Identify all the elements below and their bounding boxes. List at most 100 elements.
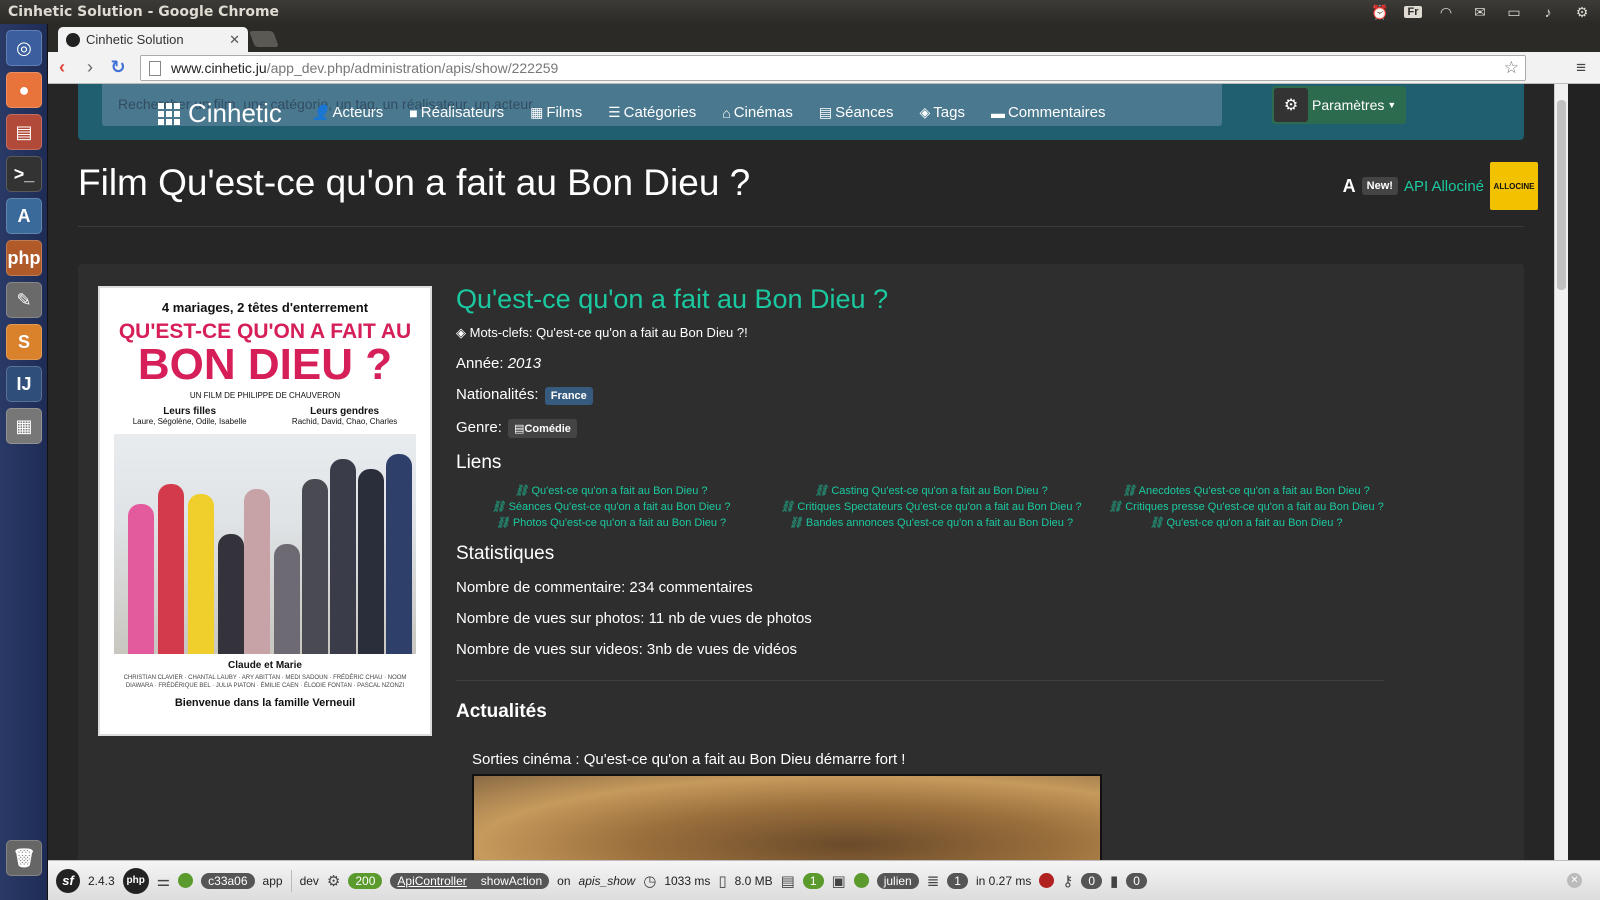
keyboard-lang-icon[interactable]: Fr xyxy=(1404,6,1422,18)
page-scrollbar[interactable] xyxy=(1554,84,1568,860)
allocine-logo[interactable]: ALLOCINE xyxy=(1490,162,1538,210)
nav-item-cinemas[interactable]: ⌂ Cinémas xyxy=(722,104,793,121)
caret-down-icon: ▼ xyxy=(1387,100,1397,110)
terminal-icon[interactable]: >_ xyxy=(6,156,42,192)
db-query-count[interactable]: 1 xyxy=(947,872,968,889)
link-icon: ⛓ xyxy=(1122,485,1137,497)
keywords-label: Mots-clefs: xyxy=(469,325,533,340)
status-code-badge[interactable]: 200 xyxy=(348,872,383,889)
chrome-icon[interactable]: ● xyxy=(6,72,42,108)
gear-icon[interactable]: ⚙ xyxy=(327,872,340,890)
nationality-label: Nationalités: xyxy=(456,386,539,403)
calculator-icon[interactable]: ▦ xyxy=(6,408,42,444)
gear-icon[interactable]: ⚙ xyxy=(1572,4,1592,21)
poster-director: UN FILM DE PHILIPPE DE CHAUVERON xyxy=(189,391,341,401)
ubuntu-dash-icon[interactable]: ◎ xyxy=(6,30,42,66)
poster-families: Leurs filles Laure, Ségolène, Odile, Isa… xyxy=(110,406,420,426)
volume-icon[interactable]: ♪ xyxy=(1538,4,1558,20)
action-name: showAction xyxy=(480,873,543,888)
forward-button[interactable]: › xyxy=(76,57,104,78)
browser-toolbar: ‹ › ↻ www.cinhetic.ju/app_dev.php/admini… xyxy=(48,52,1600,84)
security-count[interactable]: 0 xyxy=(1081,872,1103,889)
link-item[interactable]: ⛓ Critiques presse Qu'est-ce qu'on a fai… xyxy=(1096,500,1396,513)
link-item[interactable]: ⛓ Casting Qu'est-ce qu'on a fait au Bon … xyxy=(766,484,1096,497)
grid-icon xyxy=(158,102,180,125)
controller-action[interactable]: ApiController showAction xyxy=(390,872,550,889)
route-prefix: on xyxy=(557,873,571,888)
news-item-title[interactable]: Sorties cinéma : Qu'est-ce qu'on a fait … xyxy=(472,751,1396,768)
php-logo-icon[interactable]: php xyxy=(122,867,149,894)
news-image[interactable] xyxy=(472,774,1102,860)
nav-item-categories[interactable]: ☰ Catégories xyxy=(608,104,696,121)
poster-photo xyxy=(114,434,416,655)
symfony-logo-icon[interactable]: sf xyxy=(56,868,80,893)
database-icon[interactable]: ≣ xyxy=(927,872,940,890)
close-toolbar-icon[interactable]: ✕ xyxy=(1567,873,1582,888)
intellij-icon[interactable]: IJ xyxy=(6,366,42,402)
address-bar[interactable]: www.cinhetic.ju/app_dev.php/administrati… xyxy=(140,55,1526,81)
genre-label: Genre: xyxy=(456,419,502,436)
back-button[interactable]: ‹ xyxy=(48,57,76,78)
link-item[interactable]: ⛓ Qu'est-ce qu'on a fait au Bon Dieu ? xyxy=(456,484,766,497)
nav-item-seances[interactable]: ▤ Séances xyxy=(819,104,894,121)
browser-tab[interactable]: Cinhetic Solution ✕ xyxy=(58,27,248,52)
auth-status-dot xyxy=(853,873,869,888)
link-item[interactable]: ⛓ Qu'est-ce qu'on a fait au Bon Dieu ? xyxy=(1096,516,1396,529)
forms-count[interactable]: 1 xyxy=(802,872,824,889)
poster-title-line2: BON DIEU ? xyxy=(137,340,393,390)
film-icon: ▦ xyxy=(530,104,544,120)
api-allocine-link[interactable]: API Allociné xyxy=(1404,178,1484,195)
battery-icon[interactable]: ▭ xyxy=(1504,4,1524,21)
phpstorm-icon[interactable]: php xyxy=(6,240,42,276)
parametres-label: Paramètres xyxy=(1312,97,1385,113)
link-item[interactable]: ⛓ Critiques Spectateurs Qu'est-ce qu'on … xyxy=(766,500,1096,513)
nav-item-realisateurs[interactable]: ■ Réalisateurs xyxy=(409,104,504,121)
timer-icon[interactable]: ◷ xyxy=(643,872,656,890)
link-item[interactable]: ⛓ Bandes annonces Qu'est-ce qu'on a fait… xyxy=(766,516,1096,529)
user-name[interactable]: julien xyxy=(876,872,919,889)
nav-item-films[interactable]: ▦ Films xyxy=(530,104,582,121)
text-editor-icon[interactable]: ✎ xyxy=(6,282,42,318)
poster-figure xyxy=(128,504,154,655)
file-manager-icon[interactable]: ▤ xyxy=(6,114,42,150)
nav-item-acteurs[interactable]: 👤 Acteurs xyxy=(312,104,383,121)
wifi-icon[interactable]: ◠ xyxy=(1436,4,1456,21)
mail-icon[interactable]: ✉ xyxy=(1470,4,1490,21)
tab-close-icon[interactable]: ✕ xyxy=(229,32,240,48)
api-allocine-box: A New! API Allociné ALLOCINE xyxy=(1343,162,1538,210)
user-card-icon[interactable]: ▣ xyxy=(832,872,846,890)
new-tab-button[interactable] xyxy=(249,31,279,47)
poster-figure xyxy=(244,489,270,655)
bookmark-star-icon[interactable]: ☆ xyxy=(1504,58,1519,78)
stat-video-views: Nombre de vues sur videos: 3nb de vues d… xyxy=(456,641,798,658)
reload-button[interactable]: ↻ xyxy=(104,57,132,78)
nav-item-commentaires[interactable]: ▬ Commentaires xyxy=(991,104,1106,121)
alarm-clock-icon[interactable]: ⏰ xyxy=(1370,4,1390,21)
github-favicon-icon xyxy=(66,32,80,47)
brand-logo[interactable]: Cinhetic xyxy=(158,98,282,129)
security-icon[interactable]: ⚷ xyxy=(1062,872,1073,890)
sf-token[interactable]: c33a06 xyxy=(201,872,255,889)
link-icon: ⛓ xyxy=(788,517,803,529)
genre-value: Comédie xyxy=(524,423,571,435)
config-icon[interactable]: ⚌ xyxy=(157,872,170,890)
memory-icon[interactable]: ▯ xyxy=(718,872,726,890)
tags-icon: ◈ xyxy=(919,104,931,120)
link-item[interactable]: ⛓ Photos Qu'est-ce qu'on a fait au Bon D… xyxy=(456,516,766,529)
parametres-dropdown[interactable]: ⚙ Paramètres ▼ xyxy=(1272,86,1406,124)
trash-icon[interactable]: 🗑 xyxy=(6,840,42,876)
inkscape-icon[interactable]: A xyxy=(6,198,42,234)
link-item[interactable]: ⛓ Séances Qu'est-ce qu'on a fait au Bon … xyxy=(456,500,766,513)
sublime-text-icon[interactable]: S xyxy=(6,324,42,360)
link-item[interactable]: ⛓ Anecdotes Qu'est-ce qu'on a fait au Bo… xyxy=(1096,484,1396,497)
link-icon: ⛓ xyxy=(1149,517,1164,529)
chrome-menu-icon[interactable]: ≡ xyxy=(1576,58,1586,78)
nav-item-tags[interactable]: ◈ Tags xyxy=(919,104,964,121)
twig-count[interactable]: 0 xyxy=(1126,872,1147,889)
twig-icon[interactable]: ▮ xyxy=(1110,872,1118,890)
year-row: Année: 2013 xyxy=(456,355,1396,372)
forms-icon[interactable]: ▤ xyxy=(781,872,795,890)
scroll-thumb[interactable] xyxy=(1557,100,1566,290)
daughters-names: Laure, Ségolène, Odile, Isabelle xyxy=(132,417,247,427)
link-icon: ⛓ xyxy=(491,501,506,513)
